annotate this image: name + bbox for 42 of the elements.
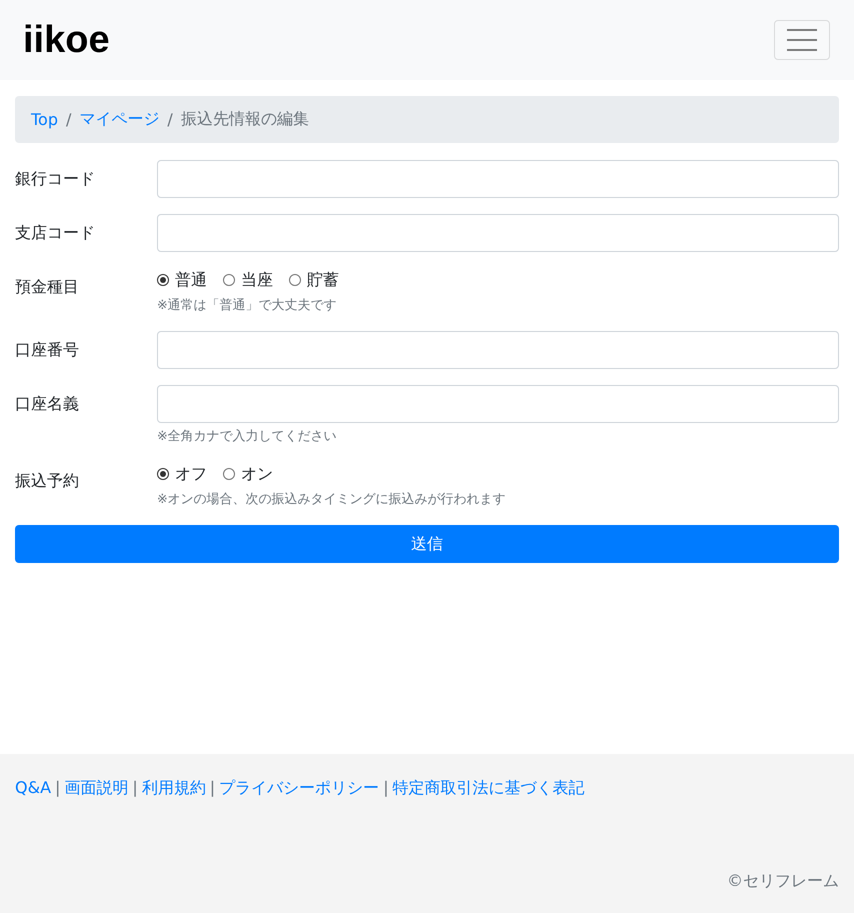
- breadcrumb-separator: /: [167, 110, 173, 129]
- field-label: 振込予約: [15, 470, 80, 492]
- radio-button[interactable]: [223, 274, 235, 286]
- radio-option[interactable]: 貯蓄: [289, 268, 339, 292]
- field-label: 預金種目: [15, 276, 80, 298]
- footer-link[interactable]: Q&A: [15, 776, 52, 800]
- menu-icon: [787, 29, 817, 51]
- footer-link[interactable]: 画面説明: [64, 776, 128, 800]
- field-label: 支店コード: [15, 222, 96, 244]
- field-label: 口座名義: [15, 393, 80, 415]
- radio-button[interactable]: [157, 468, 169, 480]
- radio-option[interactable]: 当座: [223, 268, 273, 292]
- footer-link[interactable]: プライバシーポリシー: [219, 776, 380, 800]
- menu-button[interactable]: [774, 20, 830, 60]
- radio-button[interactable]: [223, 468, 235, 480]
- radio-option[interactable]: オン: [223, 462, 273, 486]
- copyright-text: ©セリフレーム: [727, 870, 839, 892]
- link-separator: |: [383, 777, 389, 799]
- text-field[interactable]: [157, 331, 839, 369]
- radio-button[interactable]: [289, 274, 301, 286]
- breadcrumb-separator: /: [66, 110, 72, 129]
- hint-text: ※オンの場合、次の振込みタイミングに振込みが行われます: [157, 491, 507, 509]
- radio-option[interactable]: 普通: [157, 268, 207, 292]
- link-separator: |: [55, 777, 60, 799]
- hint-text: ※通常は「普通」で大丈夫です: [157, 296, 338, 315]
- footer-link[interactable]: 利用規約: [142, 776, 206, 800]
- footer-link[interactable]: 特定商取引法に基づく表記: [392, 776, 585, 800]
- field-label: 銀行コード: [15, 168, 96, 190]
- field-label: 口座番号: [15, 339, 80, 361]
- text-field[interactable]: [157, 385, 839, 423]
- breadcrumb-link[interactable]: マイページ: [79, 109, 160, 130]
- text-field[interactable]: [157, 214, 839, 252]
- submit-button[interactable]: 送信: [15, 525, 839, 563]
- link-separator: |: [210, 777, 216, 799]
- hint-text: ※全角カナで入力してください: [157, 428, 338, 446]
- logo[interactable]: iikoe: [23, 21, 110, 59]
- radio-button[interactable]: [157, 274, 169, 286]
- text-field[interactable]: [157, 160, 839, 198]
- radio-option[interactable]: オフ: [157, 462, 207, 486]
- link-separator: |: [132, 777, 138, 799]
- breadcrumb-current-page: 振込先情報の編集: [180, 109, 309, 130]
- breadcrumb-link[interactable]: Top: [31, 110, 58, 129]
